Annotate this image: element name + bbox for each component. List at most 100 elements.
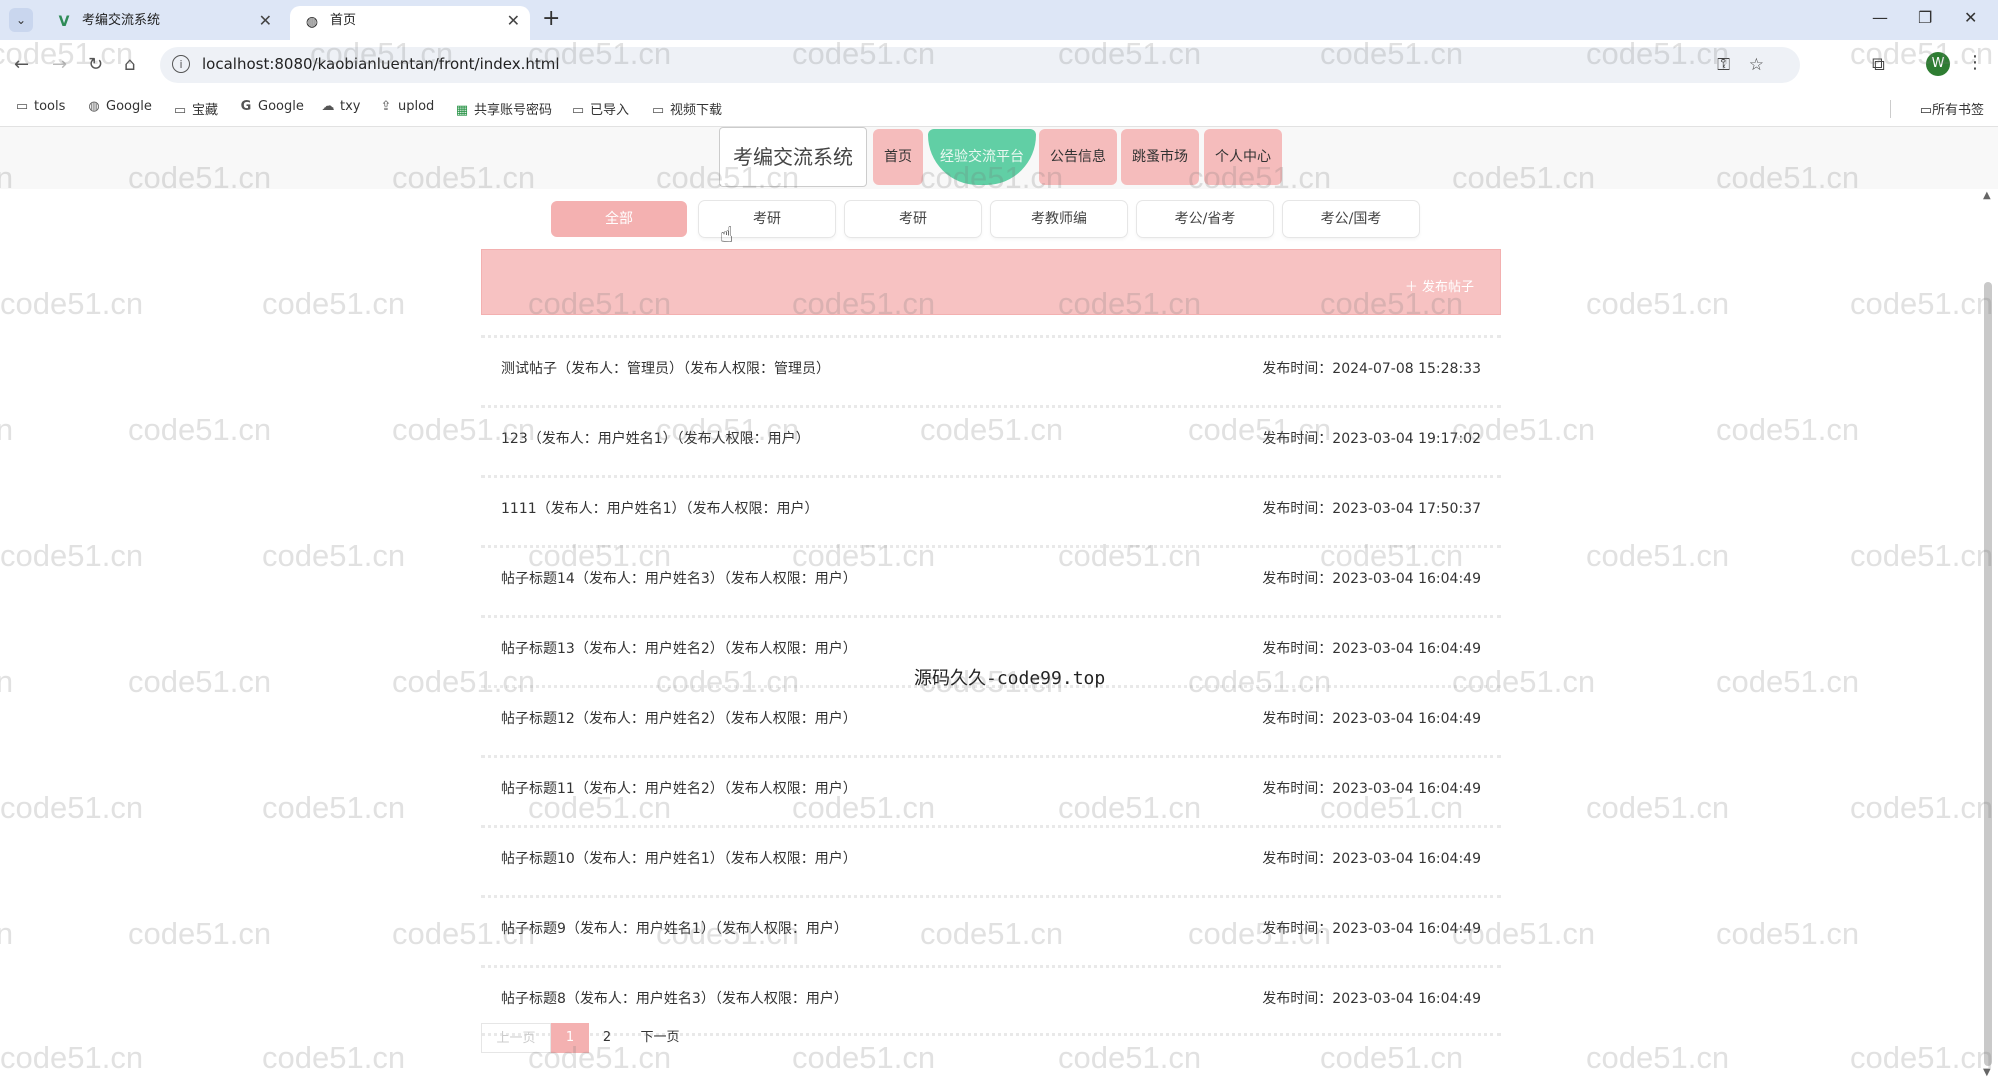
bookmark-google-2[interactable]: G Google bbox=[238, 99, 304, 114]
post-title[interactable]: 帖子标题10（发布人：用户姓名1）（发布人权限：用户） bbox=[501, 848, 857, 868]
sheet-icon: ▦ bbox=[455, 103, 469, 118]
star-icon[interactable]: ☆ bbox=[1749, 55, 1764, 75]
bookmark-google[interactable]: ◍ Google bbox=[86, 99, 152, 114]
category-kaoyan-2[interactable]: 考研 bbox=[845, 201, 981, 237]
post-time: 发布时间：2023-03-04 16:04:49 bbox=[1262, 851, 1481, 867]
post-time: 发布时间：2023-03-04 17:50:37 bbox=[1262, 501, 1481, 517]
key-icon[interactable]: ⚿ bbox=[1717, 55, 1730, 75]
list-item[interactable]: 123（发布人：用户姓名1）（发布人权限：用户） 发布时间：2023-03-04 … bbox=[481, 405, 1501, 473]
nav-notices[interactable]: 公告信息 bbox=[1039, 129, 1117, 185]
page-content: 考编交流系统 首页 经验交流平台 公告信息 跳蚤市场 个人中心 全部 考研 考研… bbox=[0, 127, 1998, 1080]
list-item[interactable]: 帖子标题9（发布人：用户姓名1）（发布人权限：用户） 发布时间：2023-03-0… bbox=[481, 895, 1501, 963]
google-icon: G bbox=[240, 99, 252, 114]
next-page-button[interactable]: 下一页 bbox=[625, 1023, 695, 1053]
list-item[interactable]: 测试帖子（发布人：管理员）（发布人权限：管理员） 发布时间：2024-07-08 … bbox=[481, 335, 1501, 403]
hand-cursor-icon: ☝ bbox=[720, 223, 734, 248]
scrollbar-thumb[interactable] bbox=[1984, 282, 1992, 1066]
minimize-icon[interactable]: — bbox=[1872, 8, 1888, 27]
new-tab-icon[interactable]: + bbox=[542, 6, 560, 31]
publish-post-button[interactable]: ＋ 发布帖子 bbox=[1405, 276, 1474, 295]
prev-page-button[interactable]: 上一页 bbox=[481, 1023, 551, 1053]
list-item[interactable]: 1111（发布人：用户姓名1）（发布人权限：用户） 发布时间：2023-03-04… bbox=[481, 475, 1501, 543]
close-icon[interactable]: ✕ bbox=[259, 6, 272, 36]
post-time: 发布时间：2023-03-04 16:04:49 bbox=[1262, 641, 1481, 657]
bookmark-uplod[interactable]: ⇪ uplod bbox=[378, 99, 435, 114]
tab-home[interactable]: ◍ 首页 ✕ bbox=[290, 6, 530, 40]
post-time: 发布时间：2023-03-04 19:17:02 bbox=[1262, 431, 1481, 447]
post-title[interactable]: 123（发布人：用户姓名1）（发布人权限：用户） bbox=[501, 428, 810, 448]
bookmark-treasure[interactable]: ▭ 宝藏 bbox=[172, 99, 218, 118]
folder-icon: ▭ bbox=[571, 103, 585, 118]
post-time: 发布时间：2023-03-04 16:04:49 bbox=[1262, 991, 1481, 1007]
overlay-watermark-text: 源码久久-code99.top bbox=[914, 668, 1106, 689]
publish-banner: ＋ 发布帖子 bbox=[481, 249, 1501, 315]
category-teacher[interactable]: 考教师编 bbox=[991, 201, 1127, 237]
post-time: 发布时间：2024-07-08 15:28:33 bbox=[1262, 361, 1481, 377]
folder-icon: ▭ bbox=[651, 103, 665, 118]
scroll-up-icon[interactable]: ▲ bbox=[1983, 190, 1991, 201]
page-2-button[interactable]: 2 bbox=[589, 1023, 625, 1053]
browser-tab-strip: ⌄ V 考编交流系统 ✕ ◍ 首页 ✕ + — ❐ ✕ bbox=[0, 0, 1998, 40]
post-time: 发布时间：2023-03-04 16:04:49 bbox=[1262, 711, 1481, 727]
folder-icon: ▭ bbox=[1919, 103, 1932, 118]
post-time: 发布时间：2023-03-04 16:04:49 bbox=[1262, 571, 1481, 587]
all-bookmarks[interactable]: ▭所有书签 bbox=[1920, 99, 1984, 118]
nav-personal-center[interactable]: 个人中心 bbox=[1204, 129, 1282, 185]
post-title[interactable]: 1111（发布人：用户姓名1）（发布人权限：用户） bbox=[501, 498, 819, 518]
list-item[interactable]: 帖子标题12（发布人：用户姓名2）（发布人权限：用户） 发布时间：2023-03-… bbox=[481, 685, 1501, 753]
globe-icon: ◍ bbox=[305, 14, 319, 30]
post-title[interactable]: 帖子标题9（发布人：用户姓名1）（发布人权限：用户） bbox=[501, 918, 848, 938]
folder-icon: ▭ bbox=[173, 103, 187, 118]
home-icon[interactable]: ⌂ bbox=[124, 54, 135, 75]
category-all[interactable]: 全部 bbox=[551, 201, 687, 237]
nav-home[interactable]: 首页 bbox=[873, 129, 923, 185]
tab-search-button[interactable]: ⌄ bbox=[9, 8, 33, 32]
tab-title: 首页 bbox=[330, 13, 357, 28]
scroll-down-icon[interactable]: ▼ bbox=[1983, 1067, 1991, 1078]
site-info-icon[interactable]: i bbox=[172, 55, 190, 73]
tab-kaobian[interactable]: V 考编交流系统 ✕ bbox=[42, 6, 282, 40]
bookmark-video-download[interactable]: ▭ 视频下载 bbox=[650, 99, 722, 118]
site-brand: 考编交流系统 bbox=[719, 127, 867, 187]
menu-icon[interactable]: ⋮ bbox=[1966, 52, 1984, 73]
url-text: localhost:8080/kaobianluentan/front/inde… bbox=[202, 55, 560, 73]
list-item[interactable]: 帖子标题10（发布人：用户姓名1）（发布人权限：用户） 发布时间：2023-03-… bbox=[481, 825, 1501, 893]
list-item[interactable]: 帖子标题11（发布人：用户姓名2）（发布人权限：用户） 发布时间：2023-03-… bbox=[481, 755, 1501, 823]
close-icon[interactable]: ✕ bbox=[507, 6, 520, 36]
tab-title: 考编交流系统 bbox=[82, 13, 161, 28]
avatar[interactable]: W bbox=[1926, 52, 1950, 76]
globe-icon: ◍ bbox=[88, 99, 100, 114]
cloud-icon: ☁ bbox=[321, 99, 335, 114]
upload-icon: ⇪ bbox=[380, 99, 392, 114]
window-close-icon[interactable]: ✕ bbox=[1964, 8, 1977, 27]
bookmark-txy[interactable]: ☁ txy bbox=[320, 99, 361, 114]
restore-icon[interactable]: ❐ bbox=[1918, 8, 1932, 27]
bookmark-imported[interactable]: ▭ 已导入 bbox=[570, 99, 629, 118]
post-title[interactable]: 帖子标题8（发布人：用户姓名3）（发布人权限：用户） bbox=[501, 988, 848, 1008]
forward-icon[interactable]: → bbox=[52, 54, 67, 75]
post-title[interactable]: 测试帖子（发布人：管理员）（发布人权限：管理员） bbox=[501, 358, 830, 378]
bookmarks-bar: ▭ tools ◍ Google ▭ 宝藏 G Google ☁ txy ⇪ uplod ▦… bbox=[0, 90, 1998, 127]
post-title[interactable]: 帖子标题14（发布人：用户姓名3）（发布人权限：用户） bbox=[501, 568, 857, 588]
post-title[interactable]: 帖子标题13（发布人：用户姓名2）（发布人权限：用户） bbox=[501, 638, 857, 658]
bookmark-tools[interactable]: ▭ tools bbox=[14, 99, 66, 114]
nav-flea-market[interactable]: 跳蚤市场 bbox=[1121, 129, 1199, 185]
divider bbox=[1890, 100, 1891, 118]
back-icon[interactable]: ← bbox=[14, 54, 29, 75]
list-item[interactable]: 帖子标题14（发布人：用户姓名3）（发布人权限：用户） 发布时间：2023-03-… bbox=[481, 545, 1501, 613]
post-time: 发布时间：2023-03-04 16:04:49 bbox=[1262, 921, 1481, 937]
post-time: 发布时间：2023-03-04 16:04:49 bbox=[1262, 781, 1481, 797]
bookmark-shared-accounts[interactable]: ▦ 共享账号密码 bbox=[454, 99, 552, 118]
post-title[interactable]: 帖子标题12（发布人：用户姓名2）（发布人权限：用户） bbox=[501, 708, 857, 728]
page-scrollbar[interactable]: ▲ ▼ bbox=[1982, 190, 1994, 1080]
address-bar-row: ← → ↻ ⌂ i localhost:8080/kaobianluentan/… bbox=[0, 40, 1998, 90]
extensions-icon[interactable]: ⧉ bbox=[1872, 54, 1885, 75]
page-1-button[interactable]: 1 bbox=[551, 1023, 589, 1053]
category-national[interactable]: 考公/国考 bbox=[1283, 201, 1419, 237]
folder-icon: ▭ bbox=[15, 99, 29, 114]
post-title[interactable]: 帖子标题11（发布人：用户姓名2）（发布人权限：用户） bbox=[501, 778, 857, 798]
reload-icon[interactable]: ↻ bbox=[88, 54, 103, 75]
vue-icon: V bbox=[58, 14, 70, 30]
category-provincial[interactable]: 考公/省考 bbox=[1137, 201, 1273, 237]
url-bar[interactable]: i localhost:8080/kaobianluentan/front/in… bbox=[160, 47, 1800, 83]
